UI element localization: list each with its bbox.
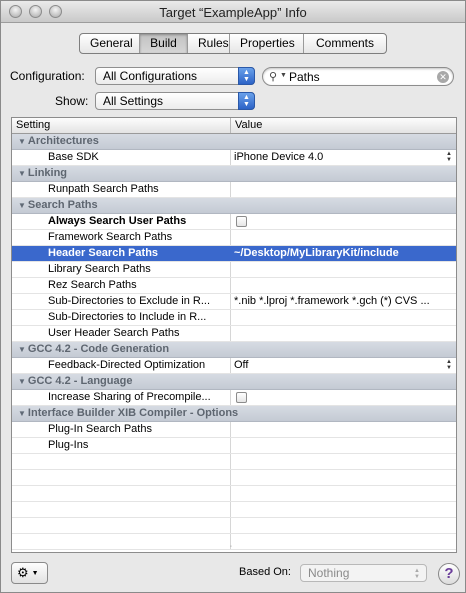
table-row[interactable]: Runpath Search Paths: [12, 182, 456, 198]
always-search-checkbox[interactable]: [236, 216, 247, 227]
group-gcc-codegen[interactable]: ▼ GCC 4.2 - Code Generation: [12, 342, 456, 358]
table-row[interactable]: Base SDK iPhone Device 4.0 ▲ ▼: [12, 150, 456, 166]
popup-arrows-icon: ▲ ▼: [238, 92, 255, 110]
action-menu-button[interactable]: ⚙ ▼: [11, 562, 48, 584]
table-row[interactable]: Plug-Ins: [12, 438, 456, 454]
empty-row: [12, 454, 456, 470]
empty-row: [12, 470, 456, 486]
table-row[interactable]: Sub-Directories to Exclude in R... *.nib…: [12, 294, 456, 310]
group-gcc-language[interactable]: ▼ GCC 4.2 - Language: [12, 374, 456, 390]
empty-row: [12, 518, 456, 534]
tab-build[interactable]: Build: [140, 34, 188, 53]
based-on-value: Nothing: [308, 566, 350, 580]
group-search-paths[interactable]: ▼ Search Paths: [12, 198, 456, 214]
table-row[interactable]: Increase Sharing of Precompile...: [12, 390, 456, 406]
table-row[interactable]: Plug-In Search Paths: [12, 422, 456, 438]
based-on-label: Based On:: [239, 566, 291, 578]
popup-stepper-icon: ▲ ▼: [414, 568, 420, 580]
build-settings-table[interactable]: Setting Value ▼ Architectures Base SDK iP…: [11, 117, 457, 553]
table-row[interactable]: Feedback-Directed Optimization Off ▲ ▼: [12, 358, 456, 374]
tab-properties[interactable]: Properties: [230, 34, 304, 53]
group-ib-xib[interactable]: ▼ Interface Builder XIB Compiler - Option…: [12, 406, 456, 422]
increase-sharing-checkbox[interactable]: [236, 392, 247, 403]
show-popup[interactable]: All Settings ▲ ▼: [95, 92, 255, 110]
column-header-value[interactable]: Value: [231, 118, 456, 133]
table-row[interactable]: Rez Search Paths: [12, 278, 456, 294]
title-bar: Target “ExampleApp” Info: [1, 1, 465, 23]
tab-bar: General Build Rules Properties Comments: [79, 33, 387, 54]
disclosure-triangle-icon[interactable]: ▼: [18, 201, 26, 210]
help-button[interactable]: ?: [438, 563, 460, 585]
empty-row: [12, 502, 456, 518]
disclosure-triangle-icon[interactable]: ▼: [18, 345, 26, 354]
empty-row: [12, 534, 456, 550]
empty-row: [12, 486, 456, 502]
group-linking[interactable]: ▼ Linking: [12, 166, 456, 182]
column-header-setting[interactable]: Setting: [12, 118, 231, 133]
table-row[interactable]: Always Search User Paths: [12, 214, 456, 230]
configuration-label: Configuration:: [10, 69, 85, 83]
column-resize-grip-icon[interactable]: ◦: [230, 544, 232, 550]
popup-arrows-icon: ▲ ▼: [238, 67, 255, 85]
table-row[interactable]: User Header Search Paths: [12, 326, 456, 342]
disclosure-triangle-icon[interactable]: ▼: [18, 377, 26, 386]
table-header: Setting Value: [12, 118, 456, 134]
gear-icon: ⚙: [17, 565, 29, 580]
tab-comments[interactable]: Comments: [304, 34, 386, 53]
group-architectures[interactable]: ▼ Architectures: [12, 134, 456, 150]
info-window: Target “ExampleApp” Info General Build R…: [0, 0, 466, 593]
popup-stepper-icon[interactable]: ▲ ▼: [446, 359, 452, 371]
search-icon: ⚲: [269, 71, 278, 83]
configuration-popup[interactable]: All Configurations ▲ ▼: [95, 67, 255, 85]
search-field[interactable]: ⚲ ▼ ✕: [262, 67, 454, 86]
table-row[interactable]: Library Search Paths: [12, 262, 456, 278]
clear-search-icon[interactable]: ✕: [437, 71, 449, 83]
popup-stepper-icon[interactable]: ▲ ▼: [446, 151, 452, 163]
based-on-popup[interactable]: Nothing ▲ ▼: [300, 564, 427, 582]
show-value: All Settings: [103, 94, 164, 108]
table-row[interactable]: Sub-Directories to Include in R...: [12, 310, 456, 326]
disclosure-triangle-icon[interactable]: ▼: [18, 169, 26, 178]
table-row[interactable]: Framework Search Paths: [12, 230, 456, 246]
show-label: Show:: [55, 94, 89, 108]
configuration-value: All Configurations: [103, 69, 198, 83]
search-menu-icon[interactable]: ▼: [280, 72, 287, 79]
tab-general[interactable]: General: [80, 34, 140, 53]
disclosure-triangle-icon[interactable]: ▼: [18, 409, 26, 418]
search-input[interactable]: [289, 69, 429, 84]
disclosure-triangle-icon[interactable]: ▼: [18, 137, 26, 146]
tab-rules[interactable]: Rules: [188, 34, 230, 53]
window-title: Target “ExampleApp” Info: [159, 5, 307, 20]
chevron-down-icon: ▼: [31, 570, 39, 577]
table-row-selected[interactable]: Header Search Paths ~/Desktop/MyLibraryK…: [12, 246, 456, 262]
